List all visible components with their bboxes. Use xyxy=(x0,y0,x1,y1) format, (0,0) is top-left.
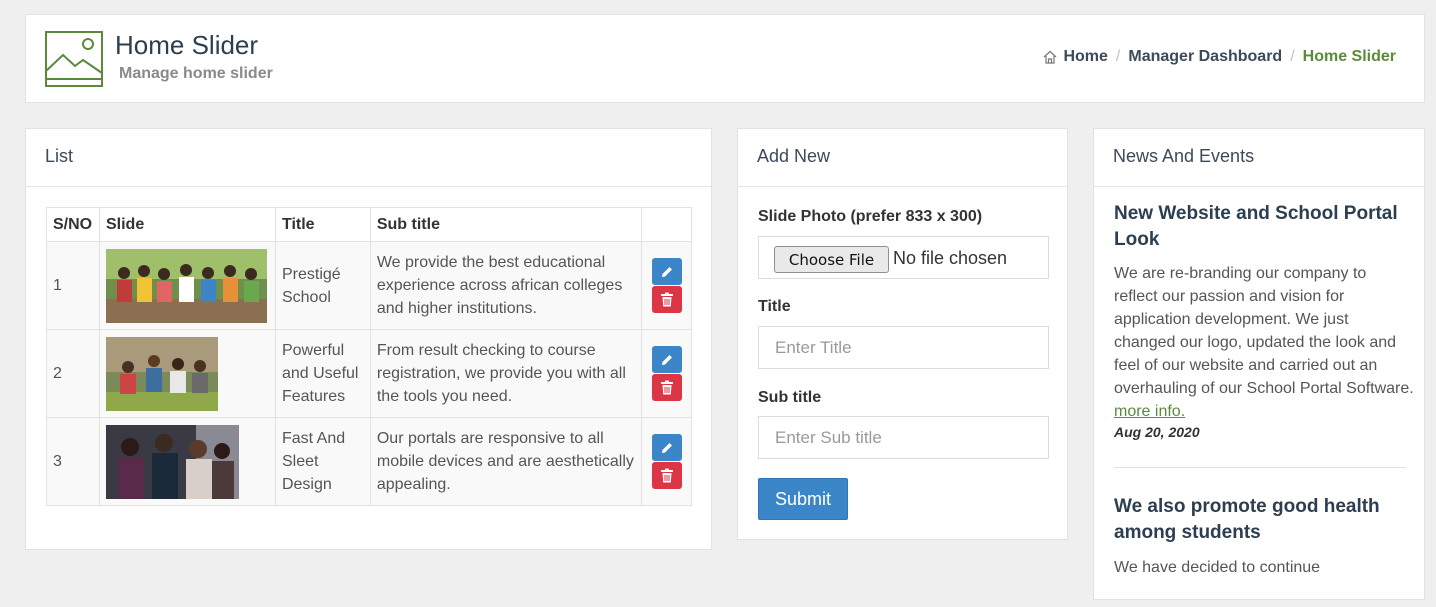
column-header-sno: S/NO xyxy=(46,207,100,242)
page-header: Home Slider Manage home slider Home / Ma… xyxy=(25,14,1425,103)
row-title: Powerful and Useful Features xyxy=(274,329,371,418)
title-input[interactable]: Enter Title xyxy=(758,326,1049,369)
image-icon xyxy=(45,31,103,87)
breadcrumb-separator: / xyxy=(1290,48,1295,65)
row-subtitle: From result checking to course registrat… xyxy=(369,329,643,418)
breadcrumb: Home / Manager Dashboard / Home Slider xyxy=(1043,48,1396,66)
slide-photo-label: Slide Photo (prefer 833 x 300) xyxy=(758,208,983,225)
slide-list-card: List S/NO Slide Title Sub title 1 Presti… xyxy=(25,128,712,550)
home-icon xyxy=(1044,50,1057,64)
news-divider xyxy=(1114,467,1406,468)
table-row: 1 Prestigé School We provide the best ed… xyxy=(46,241,692,330)
subtitle-input[interactable]: Enter Sub title xyxy=(758,416,1049,459)
subtitle-label: Sub title xyxy=(758,389,822,406)
slides-table: S/NO Slide Title Sub title 1 Prestigé Sc… xyxy=(46,207,692,506)
delete-button[interactable] xyxy=(651,462,682,489)
trash-icon xyxy=(660,468,673,483)
table-row: 2 Powerful and Useful Features From resu… xyxy=(46,329,692,418)
add-new-title: Add New xyxy=(738,129,1067,187)
page-title: Home Slider xyxy=(115,30,259,60)
column-header-title: Title xyxy=(274,207,371,242)
slide-photo-file-input[interactable]: Choose File No file chosen xyxy=(758,236,1049,279)
pencil-icon xyxy=(661,442,672,453)
row-sno: 1 xyxy=(46,241,100,330)
slide-thumbnail xyxy=(105,248,267,323)
news-body: We are re-branding our company to reflec… xyxy=(1114,265,1414,397)
delete-button[interactable] xyxy=(651,374,682,401)
trash-icon xyxy=(660,380,673,395)
choose-file-button[interactable]: Choose File xyxy=(774,246,889,273)
delete-button[interactable] xyxy=(651,286,682,313)
news-title[interactable]: New Website and School Portal Look xyxy=(1114,201,1414,253)
news-card-title: News And Events xyxy=(1094,129,1424,187)
add-new-card: Add New Slide Photo (prefer 833 x 300) C… xyxy=(737,128,1068,540)
news-card: News And Events New Website and School P… xyxy=(1093,128,1425,600)
submit-button[interactable]: Submit xyxy=(758,478,848,520)
news-title[interactable]: We also promote good health among studen… xyxy=(1114,494,1414,546)
row-title: Prestigé School xyxy=(274,241,371,330)
breadcrumb-home[interactable]: Home xyxy=(1063,48,1107,66)
news-date: Aug 20, 2020 xyxy=(1114,424,1200,440)
more-info-link[interactable]: more info. xyxy=(1114,403,1185,420)
edit-button[interactable] xyxy=(651,346,682,373)
list-card-title: List xyxy=(26,129,711,187)
title-label: Title xyxy=(758,298,791,315)
edit-button[interactable] xyxy=(651,258,682,285)
slide-thumbnail xyxy=(105,424,239,499)
row-subtitle: Our portals are responsive to all mobile… xyxy=(369,417,643,506)
table-row: 3 Fast And Sleet Design Our portals are … xyxy=(46,417,692,506)
pencil-icon xyxy=(661,354,672,365)
pencil-icon xyxy=(661,266,672,277)
column-header-slide: Slide xyxy=(98,207,276,242)
column-header-subtitle: Sub title xyxy=(369,207,643,242)
row-title: Fast And Sleet Design xyxy=(274,417,371,506)
breadcrumb-manager-dashboard[interactable]: Manager Dashboard xyxy=(1128,48,1282,66)
news-body: We have decided to continue xyxy=(1114,559,1321,576)
row-sno: 3 xyxy=(46,417,100,506)
trash-icon xyxy=(660,292,673,307)
page-subtitle: Manage home slider xyxy=(119,65,273,82)
news-item: New Website and School Portal Look We ar… xyxy=(1114,201,1414,440)
news-item: We also promote good health among studen… xyxy=(1114,494,1414,579)
row-subtitle: We provide the best educational experien… xyxy=(369,241,643,330)
slide-thumbnail xyxy=(105,336,218,411)
breadcrumb-home-slider: Home Slider xyxy=(1302,48,1396,65)
breadcrumb-separator: / xyxy=(1115,48,1121,65)
edit-button[interactable] xyxy=(651,434,682,461)
column-header-actions xyxy=(641,207,692,242)
row-sno: 2 xyxy=(46,329,100,418)
file-status: No file chosen xyxy=(893,248,1008,268)
